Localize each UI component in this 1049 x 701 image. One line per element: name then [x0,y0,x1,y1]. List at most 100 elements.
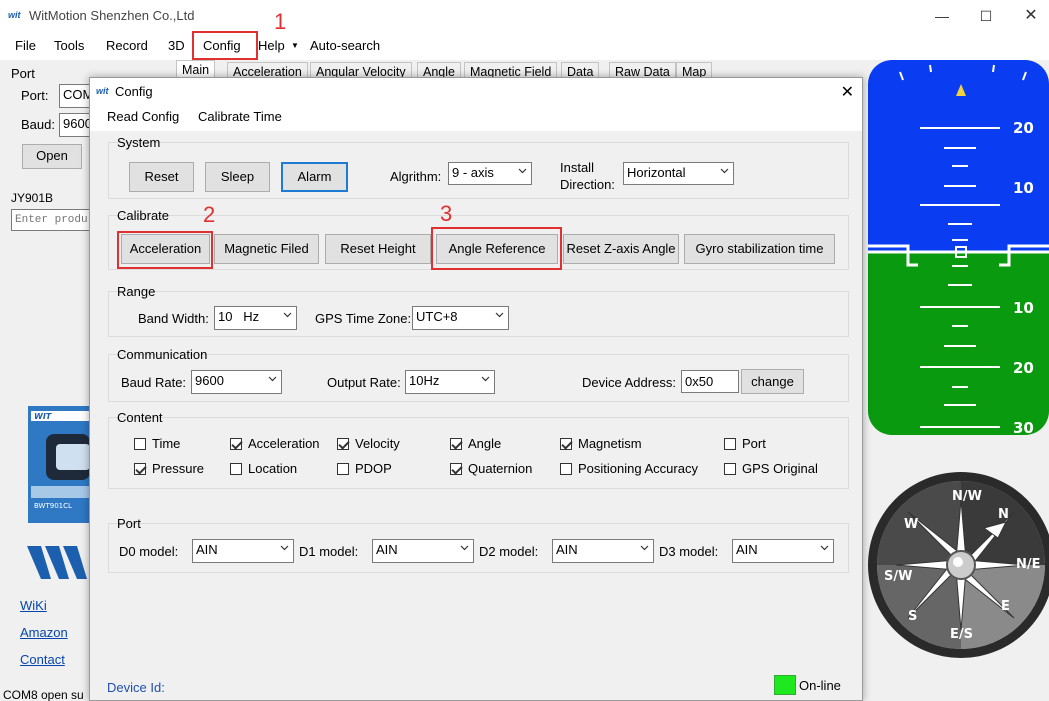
port-select[interactable]: COM [59,84,91,108]
chevron-down-icon [268,376,277,382]
checkbox-label: Location [248,461,298,476]
checkbox-box[interactable] [134,438,146,450]
calibrate-section-title: Calibrate [117,208,170,223]
checkbox-box[interactable] [724,463,736,475]
online-indicator [774,675,796,695]
close-icon[interactable]: ✕ [1021,6,1041,26]
checkbox-box[interactable] [724,438,736,450]
witmotion-logo-icon [27,546,87,579]
checkbox-pressure[interactable]: Pressure [134,461,204,476]
algorithm-select[interactable]: 9 - axis [448,162,532,185]
d2-model-value: AIN [556,542,578,557]
port-group-label: Port [11,66,35,81]
d3-model-select[interactable]: AIN [732,539,834,563]
band-width-value: 10 Hz [218,309,260,324]
menu-read-config[interactable]: Read Config [107,109,179,124]
band-width-select[interactable]: 10 Hz [214,306,297,330]
reset-z-axis-angle-button[interactable]: Reset Z-axis Angle [563,234,679,264]
gyro-stabilization-time-button[interactable]: Gyro stabilization time [684,234,835,264]
menu-file[interactable]: File [15,38,36,53]
device-name-label: JY901B [11,191,54,205]
device-address-input[interactable] [681,370,739,393]
minimize-icon[interactable]: — [932,6,952,26]
open-button[interactable]: Open [22,144,82,169]
checkbox-acceleration[interactable]: Acceleration [230,436,320,451]
install-direction-select[interactable]: Horizontal [623,162,734,185]
output-rate-select[interactable]: 10Hz [405,370,495,394]
checkbox-box[interactable] [230,438,242,450]
baud-rate-select[interactable]: 9600 [191,370,282,394]
menu-record[interactable]: Record [106,38,148,53]
checkbox-box[interactable] [134,463,146,475]
checkbox-pdop[interactable]: PDOP [337,461,392,476]
d2-model-select[interactable]: AIN [552,539,654,563]
maximize-icon[interactable]: ☐ [976,6,996,26]
amazon-link[interactable]: Amazon [20,625,68,640]
highlight-box-acceleration [117,231,213,269]
reset-button[interactable]: Reset [129,162,194,192]
pitch-label-up-10: 10 [1013,179,1034,197]
baud-select[interactable]: 9600 [59,113,91,137]
magnetic-filed-button[interactable]: Magnetic Filed [214,234,319,264]
gps-time-zone-select[interactable]: UTC+8 [412,306,509,330]
menu-calibrate-time[interactable]: Calibrate Time [198,109,282,124]
checkbox-magnetism[interactable]: Magnetism [560,436,642,451]
checkbox-box[interactable] [560,463,572,475]
dialog-menu-bar: Read Config Calibrate Time [90,105,862,131]
checkbox-box[interactable] [560,438,572,450]
pitch-label-up-20: 20 [1013,119,1034,137]
reset-height-button[interactable]: Reset Height [325,234,431,264]
sleep-button[interactable]: Sleep [205,162,270,192]
d0-model-select[interactable]: AIN [192,539,294,563]
compass-label-nw: N/W [952,489,982,504]
main-title-bar: wit WitMotion Shenzhen Co.,Ltd — ☐ ✕ [0,0,1049,32]
annotation-number-2: 2 [203,202,216,227]
annotation-number-1: 1 [274,9,287,34]
compass-label-w: W [904,517,918,532]
change-address-button[interactable]: change [741,369,804,394]
checkbox-label: Angle [468,436,502,451]
checkbox-time[interactable]: Time [134,436,180,451]
checkbox-port[interactable]: Port [724,436,766,451]
chevron-down-icon [820,545,829,551]
contact-link[interactable]: Contact [20,652,65,667]
checkbox-positioning-accuracy[interactable]: Positioning Accuracy [560,461,698,476]
checkbox-quaternion[interactable]: Quaternion [450,461,532,476]
checkbox-angle[interactable]: Angle [450,436,501,451]
chevron-down-icon [518,168,527,174]
wiki-link[interactable]: WiKi [20,598,47,613]
dialog-close-icon[interactable]: ✕ [841,82,854,102]
checkbox-label: Pressure [152,461,205,476]
d1-model-select[interactable]: AIN [372,539,474,563]
gps-time-zone-label: GPS Time Zone: [315,311,412,326]
checkbox-box[interactable] [450,438,462,450]
checkbox-label: Positioning Accuracy [578,461,698,476]
menu-auto-search[interactable]: Auto-search [310,38,380,53]
menu-tools[interactable]: Tools [54,38,84,53]
svg-text:WIT: WIT [34,412,52,421]
menu-3d[interactable]: 3D [168,38,185,53]
checkbox-gps-original[interactable]: GPS Original [724,461,818,476]
baud-rate-label: Baud Rate: [121,375,187,390]
checkbox-box[interactable] [337,463,349,475]
checkbox-location[interactable]: Location [230,461,297,476]
alarm-button[interactable]: Alarm [281,162,348,192]
install-direction-value: Horizontal [627,165,686,180]
checkbox-box[interactable] [337,438,349,450]
chevron-down-icon [640,545,649,551]
annotation-number-3: 3 [440,201,453,226]
checkbox-label: PDOP [355,461,392,476]
checkbox-box[interactable] [450,463,462,475]
checkbox-label: Magnetism [578,436,642,451]
checkbox-velocity[interactable]: Velocity [337,436,400,451]
product-input[interactable] [11,209,91,231]
attitude-indicator: 20 10 10 20 30 [868,60,1049,435]
product-card-image: WIT BWT901CL [28,406,90,523]
checkbox-box[interactable] [230,463,242,475]
algorithm-value: 9 - axis [452,165,494,180]
checkbox-label: Velocity [355,436,400,451]
menu-help[interactable]: Help [258,38,285,53]
highlight-box-config [192,31,258,60]
checkbox-label: Quaternion [468,461,533,476]
communication-section-title: Communication [117,347,208,362]
